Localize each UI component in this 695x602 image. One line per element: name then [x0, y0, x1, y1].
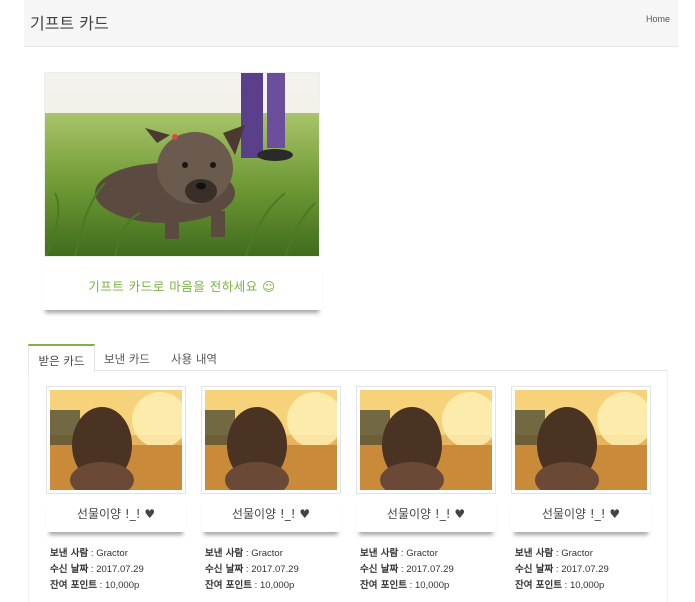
- navbar: 기프트 카드 Home: [24, 0, 678, 47]
- sender-label: 보낸 사람: [360, 548, 399, 559]
- card-name-box: 선물이양 !_! ♥: [201, 494, 341, 532]
- card-info: 보낸 사람 : Gractor 수신 날짜 : 2017.07.29 잔여 포인…: [360, 548, 454, 591]
- sender-value: Gractor: [561, 548, 593, 559]
- points-label: 잔여 포인트: [50, 580, 98, 591]
- sender-label: 보낸 사람: [205, 548, 244, 559]
- tab-sent[interactable]: 보낸 카드: [104, 344, 150, 371]
- card-tabs: 받은 카드 보낸 카드 사용 내역: [28, 344, 668, 372]
- points-label: 잔여 포인트: [360, 580, 408, 591]
- date-value: 2017.07.29: [561, 564, 609, 575]
- card-photo: [201, 386, 341, 494]
- points-label: 잔여 포인트: [515, 580, 563, 591]
- gift-card[interactable]: 선물이양 !_! ♥ 보낸 사람 : Gractor 수신 날짜 : 2017.…: [356, 386, 496, 598]
- sender-label: 보낸 사람: [515, 548, 554, 559]
- points-value: 10,000p: [259, 580, 295, 591]
- sender-value: Gractor: [406, 548, 438, 559]
- card-photo: [46, 386, 186, 494]
- gift-card[interactable]: 선물이양 !_! ♥ 보낸 사람 : Gractor 수신 날짜 : 2017.…: [46, 386, 186, 598]
- points-value: 10,000p: [104, 580, 140, 591]
- card-info: 보낸 사람 : Gractor 수신 날짜 : 2017.07.29 잔여 포인…: [205, 548, 299, 591]
- date-value: 2017.07.29: [406, 564, 454, 575]
- sender-label: 보낸 사람: [50, 548, 89, 559]
- points-label: 잔여 포인트: [205, 580, 253, 591]
- points-value: 10,000p: [569, 580, 605, 591]
- card-name: 선물이양 !_! ♥: [386, 506, 466, 521]
- gift-card[interactable]: 선물이양 !_! ♥ 보낸 사람 : Gractor 수신 날짜 : 2017.…: [201, 386, 341, 598]
- card-info: 보낸 사람 : Gractor 수신 날짜 : 2017.07.29 잔여 포인…: [515, 548, 609, 591]
- date-label: 수신 날짜: [515, 564, 554, 575]
- hero-card: 기프트 카드로 마음을 전하세요 ☺: [42, 70, 322, 313]
- date-value: 2017.07.29: [96, 564, 144, 575]
- card-photo: [511, 386, 651, 494]
- gift-card[interactable]: 선물이양 !_! ♥ 보낸 사람 : Gractor 수신 날짜 : 2017.…: [511, 386, 651, 598]
- sender-value: Gractor: [96, 548, 128, 559]
- card-photo: [356, 386, 496, 494]
- tab-usage-history[interactable]: 사용 내역: [171, 344, 217, 371]
- hero-caption-box: 기프트 카드로 마음을 전하세요 ☺: [42, 260, 322, 310]
- sender-value: Gractor: [251, 548, 283, 559]
- hero-caption: 기프트 카드로 마음을 전하세요 ☺: [88, 278, 276, 294]
- card-name: 선물이양 !_! ♥: [76, 506, 156, 521]
- date-label: 수신 날짜: [360, 564, 399, 575]
- home-link[interactable]: Home: [646, 14, 670, 24]
- tab-received[interactable]: 받은 카드: [28, 344, 95, 372]
- card-name-box: 선물이양 !_! ♥: [356, 494, 496, 532]
- card-info: 보낸 사람 : Gractor 수신 날짜 : 2017.07.29 잔여 포인…: [50, 548, 144, 591]
- card-name: 선물이양 !_! ♥: [231, 506, 311, 521]
- date-value: 2017.07.29: [251, 564, 299, 575]
- dog-photo: [44, 72, 320, 257]
- date-label: 수신 날짜: [50, 564, 89, 575]
- card-name-box: 선물이양 !_! ♥: [46, 494, 186, 532]
- points-value: 10,000p: [414, 580, 450, 591]
- card-name-box: 선물이양 !_! ♥: [511, 494, 651, 532]
- card-name: 선물이양 !_! ♥: [541, 506, 621, 521]
- date-label: 수신 날짜: [205, 564, 244, 575]
- page-title: 기프트 카드: [30, 14, 109, 33]
